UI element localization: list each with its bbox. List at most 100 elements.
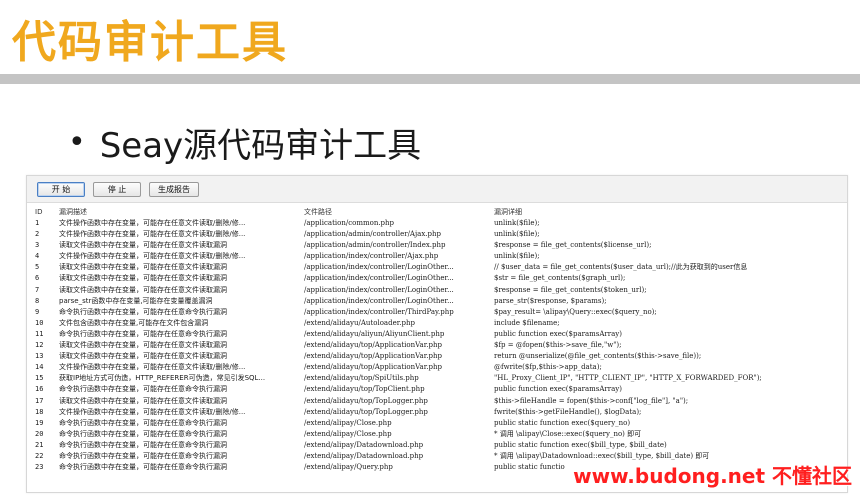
cell-detail: public function exec($paramsArray) — [494, 385, 622, 394]
table-row[interactable]: 8 parse_str函数中存在变量,可能存在变量覆盖漏洞/application… — [27, 296, 847, 307]
title-divider — [0, 74, 860, 84]
table-row[interactable]: 19 命令执行函数中存在变量，可能存在任意命令执行漏洞/extend/alipay… — [27, 418, 847, 429]
toolbar: 开 始 停 止 生成报告 — [27, 176, 847, 203]
cell-description: 读取文件函数中存在变量，可能存在任意文件读取漏洞 — [59, 274, 227, 283]
table-row[interactable]: 15 获取IP地址方式可伪造，HTTP_REFERER可伪造，常见引发SQL...… — [27, 373, 847, 384]
cell-detail: * 调用 \alipay\Close::exec($query_no) 即可 — [494, 429, 642, 438]
site-watermark: www.budong.net 不懂社区 — [573, 464, 852, 488]
cell-description: 文件操作函数中存在变量，可能存在任意文件读取/删除/修... — [59, 363, 246, 372]
table-row[interactable]: 3 读取文件函数中存在变量，可能存在任意文件读取漏洞/application/ad… — [27, 240, 847, 251]
cell-detail: $str = file_get_contents($graph_url); — [494, 274, 626, 283]
table-row[interactable]: 5 读取文件函数中存在变量，可能存在任意文件读取漏洞/application/in… — [27, 262, 847, 273]
cell-file-path: /extend/alipay/Query.php — [304, 463, 393, 472]
cell-id: 23 — [35, 463, 44, 472]
cell-file-path: /application/admin/controller/Ajax.php — [304, 230, 441, 239]
seay-app-window: 开 始 停 止 生成报告 ID 漏洞描述 文件路径 漏洞详细 1 文件操作函数中存… — [26, 175, 848, 493]
cell-id: 19 — [35, 418, 44, 427]
table-row[interactable]: 18 文件操作函数中存在变量，可能存在任意文件读取/删除/修... /extend/… — [27, 407, 847, 418]
cell-detail: public function exec($paramsArray) — [494, 329, 622, 338]
cell-file-path: /extend/alidayu/top/ApplicationVar.php — [304, 352, 442, 361]
cell-id: 7 — [35, 285, 40, 294]
cell-file-path: /application/common.php — [304, 219, 395, 227]
table-row[interactable]: 7 读取文件函数中存在变量，可能存在任意文件读取漏洞/application/in… — [27, 285, 847, 296]
bullet-dot-icon: • — [68, 125, 86, 160]
cell-file-path: /extend/alidayu/top/ApplicationVar.php — [304, 363, 442, 372]
cell-id: 1 — [35, 219, 40, 227]
cell-detail: parse_str($response, $params); — [494, 296, 607, 305]
cell-description: 文件操作函数中存在变量，可能存在任意文件读取/删除/修... — [59, 252, 246, 261]
cell-description: 文件操作函数中存在变量，可能存在任意文件读取/删除/修... — [59, 230, 246, 239]
cell-id: 4 — [35, 252, 40, 261]
cell-detail: unlink($file); — [494, 252, 540, 261]
cell-id: 6 — [35, 274, 40, 283]
cell-description: 读取文件函数中存在变量，可能存在任意文件读取漏洞 — [59, 352, 227, 361]
cell-file-path: /extend/alidayu/top/TopLogger.php — [304, 396, 428, 405]
table-row[interactable]: 10 文件包含函数中存在变量,可能存在文件包含漏洞/extend/alidayu/… — [27, 318, 847, 329]
table-row[interactable]: 9 命令执行函数中存在变量，可能存在任意命令执行漏洞/application/in… — [27, 307, 847, 318]
start-button[interactable]: 开 始 — [37, 181, 85, 197]
column-header-detail[interactable]: 漏洞详细 — [494, 206, 844, 218]
stop-button[interactable]: 停 止 — [93, 181, 141, 197]
cell-detail: $this->fileHandle = fopen($this->conf["l… — [494, 396, 689, 405]
cell-id: 5 — [35, 263, 40, 272]
cell-description: 读取文件函数中存在变量，可能存在任意文件读取漏洞 — [59, 241, 227, 250]
cell-description: 文件包含函数中存在变量,可能存在文件包含漏洞 — [59, 318, 209, 327]
cell-detail: public static function exec($query_no) — [494, 418, 631, 427]
cell-detail: unlink($file); — [494, 230, 540, 239]
cell-description: 命令执行函数中存在变量，可能存在任意命令执行漏洞 — [59, 429, 227, 438]
cell-file-path: /application/index/controller/LoginOther… — [304, 274, 454, 283]
cell-description: 命令执行函数中存在变量，可能存在任意命令执行漏洞 — [59, 463, 227, 472]
column-header-id[interactable]: ID — [27, 206, 59, 218]
cell-description: 文件操作函数中存在变量，可能存在任意文件读取/删除/修... — [59, 407, 246, 416]
cell-detail: "HL_Proxy_Client_IP", "HTTP_CLIENT_IP", … — [494, 374, 762, 383]
table-row[interactable]: 6 读取文件函数中存在变量，可能存在任意文件读取漏洞/application/in… — [27, 273, 847, 284]
cell-file-path: /application/index/controller/Ajax.php — [304, 252, 439, 261]
cell-description: 读取文件函数中存在变量，可能存在任意文件读取漏洞 — [59, 341, 227, 350]
cell-file-path: /application/index/controller/LoginOther… — [304, 296, 454, 305]
cell-id: 8 — [35, 296, 40, 305]
table-row[interactable]: 17 读取文件函数中存在变量，可能存在任意文件读取漏洞/extend/aliday… — [27, 396, 847, 407]
table-row[interactable]: 11 命令执行函数中存在变量，可能存在任意命令执行漏洞/extend/aliday… — [27, 329, 847, 340]
cell-id: 10 — [35, 318, 44, 327]
table-row[interactable]: 21 命令执行函数中存在变量，可能存在任意命令执行漏洞/extend/alipay… — [27, 440, 847, 451]
cell-id: 9 — [35, 307, 40, 316]
table-row[interactable]: 2 文件操作函数中存在变量，可能存在任意文件读取/删除/修... /applicat… — [27, 229, 847, 240]
cell-detail: @fwrite($fp,$this->app_data); — [494, 363, 602, 372]
generate-report-button[interactable]: 生成报告 — [149, 181, 199, 197]
cell-file-path: /extend/alidayu/top/ApplicationVar.php — [304, 341, 442, 350]
cell-description: 命令执行函数中存在变量，可能存在任意命令执行漏洞 — [59, 418, 227, 427]
table-row[interactable]: 4 文件操作函数中存在变量，可能存在任意文件读取/删除/修... /applicat… — [27, 251, 847, 262]
table-row[interactable]: 1 文件操作函数中存在变量，可能存在任意文件读取/删除/修... /applicat… — [27, 218, 847, 229]
cell-id: 18 — [35, 407, 44, 416]
table-row[interactable]: 13 读取文件函数中存在变量，可能存在任意文件读取漏洞/extend/aliday… — [27, 351, 847, 362]
column-header-file-path[interactable]: 文件路径 — [304, 206, 494, 218]
table-row[interactable]: 20 命令执行函数中存在变量，可能存在任意命令执行漏洞/extend/alipay… — [27, 429, 847, 440]
slide-title: 代码审计工具 — [12, 17, 288, 68]
cell-detail: $response = file_get_contents($token_url… — [494, 285, 647, 294]
cell-description: 读取文件函数中存在变量，可能存在任意文件读取漏洞 — [59, 285, 227, 294]
cell-detail: $response = file_get_contents($license_u… — [494, 241, 652, 250]
cell-description: parse_str函数中存在变量,可能存在变量覆盖漏洞 — [59, 296, 213, 305]
column-header-description[interactable]: 漏洞描述 — [59, 206, 304, 218]
vulnerability-table: ID 漏洞描述 文件路径 漏洞详细 1 文件操作函数中存在变量，可能存在任意文件读… — [27, 206, 847, 473]
cell-detail: public static function exec($bill_type, … — [494, 440, 667, 449]
cell-id: 16 — [35, 385, 44, 394]
cell-id: 22 — [35, 451, 44, 460]
cell-description: 读取文件函数中存在变量，可能存在任意文件读取漏洞 — [59, 396, 227, 405]
cell-id: 20 — [35, 429, 44, 438]
cell-description: 获取IP地址方式可伪造，HTTP_REFERER可伪造，常见引发SQL... — [59, 374, 266, 383]
table-row[interactable]: 14 文件操作函数中存在变量，可能存在任意文件读取/删除/修... /extend/… — [27, 362, 847, 373]
cell-file-path: /extend/alidayu/top/TopLogger.php — [304, 407, 428, 416]
cell-file-path: /extend/alipay/Datadownload.php — [304, 451, 424, 460]
cell-detail: // $user_data = file_get_contents($user_… — [494, 263, 748, 272]
table-row[interactable]: 16 命令执行函数中存在变量，可能存在任意命令执行漏洞/extend/aliday… — [27, 384, 847, 395]
cell-file-path: /extend/alidayu/top/TopClient.php — [304, 385, 425, 394]
cell-detail: $fp = @fopen($this->save_file,"w"); — [494, 341, 622, 350]
cell-description: 命令执行函数中存在变量，可能存在任意命令执行漏洞 — [59, 440, 227, 449]
cell-detail: fwrite($this->getFileHandle(), $logData)… — [494, 407, 642, 416]
cell-detail: return @unserialize(@file_get_contents($… — [494, 352, 702, 361]
cell-file-path: /extend/alidayu/Autoloader.php — [304, 318, 415, 327]
table-row[interactable]: 12 读取文件函数中存在变量，可能存在任意文件读取漏洞/extend/aliday… — [27, 340, 847, 351]
cell-detail: unlink($file); — [494, 219, 540, 227]
bullet-line: • Seay源代码审计工具 — [68, 118, 421, 167]
